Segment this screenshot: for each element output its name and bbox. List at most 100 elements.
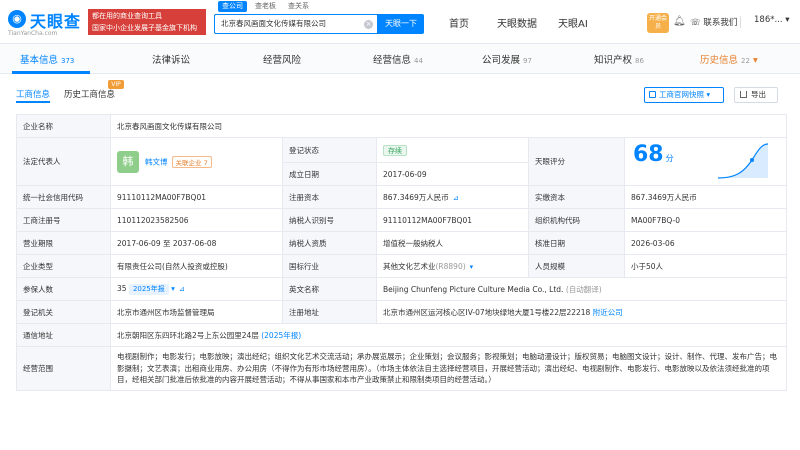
cell-label: 成立日期 xyxy=(282,162,377,186)
cell-label: 登记状态 xyxy=(282,137,377,163)
clear-icon[interactable]: × xyxy=(364,20,373,29)
cell-label: 注册资本 xyxy=(282,185,377,209)
cell-label: 通信地址 xyxy=(16,323,111,347)
user-menu[interactable]: 186*... ▾ xyxy=(754,15,790,25)
tab-label: 经营风险 xyxy=(263,55,302,66)
reg-authority: 北京市通州区市场监督管理局 xyxy=(110,300,283,324)
bell-icon[interactable]: 🔔︎ xyxy=(673,16,686,27)
credit-code[interactable]: 91110112MA00F7BQ01 xyxy=(110,185,283,209)
mail-address-cell: 北京朝阳区东四环北路2号上东公园里24层 (2025年报) xyxy=(109,323,788,347)
chevron-down-icon: ▾ xyxy=(706,90,711,99)
search-input[interactable]: 北京春风画面文化传媒有限公司 × xyxy=(214,14,378,34)
tab-label: 法律诉讼 xyxy=(152,55,191,66)
insured-count: 35 xyxy=(117,283,127,293)
divider xyxy=(740,16,741,28)
cell-label: 营业期限 xyxy=(16,231,111,255)
nav-ai[interactable]: 天眼AI xyxy=(558,15,588,30)
cell-label: 核准日期 xyxy=(528,231,625,255)
vip-badge: VIP xyxy=(108,80,124,89)
insured-cell: 35 2025年报 ▾ ⊿ xyxy=(110,277,283,301)
cell-label: 企业名称 xyxy=(16,114,111,138)
auto-translate-note: (自动翻译) xyxy=(565,284,602,294)
tab-development[interactable]: 公司发展 97 xyxy=(482,52,532,66)
nav-home[interactable]: 首页 xyxy=(449,15,469,30)
logo-text: 天眼查 xyxy=(30,12,82,31)
mail-address-year[interactable]: (2025年报) xyxy=(261,331,301,340)
active-tab-indicator xyxy=(12,71,90,74)
official-snapshot-button[interactable]: 工商官网快照 ▾ xyxy=(644,87,724,103)
subtab-history-business-info[interactable]: 历史工商信息 xyxy=(64,88,115,100)
status-badge: 存续 xyxy=(383,144,407,156)
search-tab-boss[interactable]: 查老板 xyxy=(251,1,280,12)
table-row: 法定代表人 韩韩文博 关联企业 7 登记状态 存续 天眼评分 68 分 xyxy=(16,137,788,186)
cell-label: 组织机构代码 xyxy=(528,208,625,232)
chart-icon[interactable]: ⊿ xyxy=(179,285,187,293)
score-cell[interactable]: 68 分 xyxy=(623,137,788,186)
tab-count: 97 xyxy=(523,57,532,65)
reg-address: 北京市通州区运河核心区IV-07地块绿地大厦1号楼22层22218 xyxy=(383,307,591,317)
score-number: 68 xyxy=(633,142,664,167)
org-code[interactable]: MA00F7BQ-0 xyxy=(623,208,788,232)
avatar[interactable]: 韩 xyxy=(117,150,139,173)
eye-logo-icon: ◉ xyxy=(8,10,26,28)
export-label: 导出 xyxy=(751,90,766,99)
reg-capital: 867.3469万人民币 xyxy=(383,192,449,202)
tab-risk[interactable]: 经营风险 xyxy=(263,52,301,66)
logo[interactable]: ◉ 天眼查 TianYanCha.com xyxy=(8,8,86,37)
vip-button[interactable]: 开通会员 xyxy=(647,13,669,33)
paid-capital: 867.3469万人民币 xyxy=(623,185,788,209)
chevron-down-icon[interactable]: ▾ xyxy=(470,263,478,271)
cell-label: 实缴资本 xyxy=(528,185,625,209)
year-report-badge[interactable]: 2025年报 xyxy=(128,283,169,295)
related-companies-badge[interactable]: 关联企业 7 xyxy=(171,155,212,168)
biz-reg-no[interactable]: 110112023582506 xyxy=(110,208,283,232)
tab-litigation[interactable]: 法律诉讼 xyxy=(152,52,190,66)
cell-label: 登记机关 xyxy=(16,300,111,324)
est-date: 2017-06-09 xyxy=(376,162,529,186)
taxpayer-id[interactable]: 91110112MA00F7BQ01 xyxy=(376,208,529,232)
chart-icon[interactable]: ⊿ xyxy=(453,194,461,202)
contact-link[interactable]: ☏ 联系我们 xyxy=(690,16,737,28)
approve-date: 2026-03-06 xyxy=(623,231,788,255)
phone-icon: ☏ xyxy=(690,18,704,28)
legal-rep-name[interactable]: 韩文博 xyxy=(145,157,168,166)
tab-label: 历史信息 xyxy=(700,55,739,66)
nav-data[interactable]: 天眼数据 xyxy=(497,15,537,30)
logo-subtext: TianYanCha.com xyxy=(8,30,58,37)
tab-label: 基本信息 xyxy=(20,55,59,66)
subtab-business-info[interactable]: 工商信息 xyxy=(16,88,50,100)
chevron-down-icon: ▾ xyxy=(785,15,790,25)
export-icon xyxy=(740,91,747,98)
tab-count: 373 xyxy=(61,57,75,65)
promo-banner[interactable]: 都在用的商业查询工具 国家中小企业发展子基金旗下机构 xyxy=(88,9,206,35)
tab-history[interactable]: 历史信息 22 ▾ xyxy=(700,52,758,66)
tab-ip[interactable]: 知识产权 86 xyxy=(594,52,644,66)
cell-label: 国标行业 xyxy=(282,254,377,278)
cell-label: 法定代表人 xyxy=(16,137,111,186)
company-name[interactable]: 北京春风画面文化传媒有限公司 xyxy=(109,114,788,138)
search-mode-tabs: 查公司 查老板 查关系 xyxy=(218,1,317,13)
tab-operations[interactable]: 经营信息 44 xyxy=(373,52,423,66)
tab-basic-info[interactable]: 基本信息 373 xyxy=(20,52,74,66)
chevron-down-icon: ▾ xyxy=(752,55,758,66)
nearby-companies-link[interactable]: 附近公司 xyxy=(593,308,623,317)
cell-label: 工商注册号 xyxy=(16,208,111,232)
cell-label: 经营范围 xyxy=(16,346,111,391)
business-info-table: 企业名称 北京春风画面文化传媒有限公司 法定代表人 韩韩文博 关联企业 7 登记状… xyxy=(16,114,788,391)
english-name-cell: Beijing Chunfeng Picture Culture Media C… xyxy=(375,277,788,301)
staff-size: 小于50人 xyxy=(623,254,788,278)
table-row: 统一社会信用代码 91110112MA00F7BQ01 注册资本 867.346… xyxy=(16,185,788,209)
business-term: 2017-06-09 至 2037-06-08 xyxy=(110,231,283,255)
table-row: 通信地址 北京朝阳区东四环北路2号上东公园里24层 (2025年报) xyxy=(16,323,788,347)
search-tab-company[interactable]: 查公司 xyxy=(218,1,247,12)
search-button[interactable]: 天眼一下 xyxy=(378,14,424,34)
cell-label: 英文名称 xyxy=(282,277,377,301)
industry-code: (R8890) xyxy=(435,261,466,271)
industry: 其他文化艺术业 xyxy=(383,261,436,271)
active-subtab-indicator xyxy=(16,101,50,103)
export-button[interactable]: 导出 xyxy=(734,87,778,103)
score-unit: 分 xyxy=(665,154,674,163)
company-info-card: 基本信息 373 法律诉讼 经营风险 经营信息 44 公司发展 97 知识产权 86 历… xyxy=(0,44,800,450)
snapshot-label: 工商官网快照 xyxy=(659,90,704,99)
search-tab-relation[interactable]: 查关系 xyxy=(284,1,313,12)
